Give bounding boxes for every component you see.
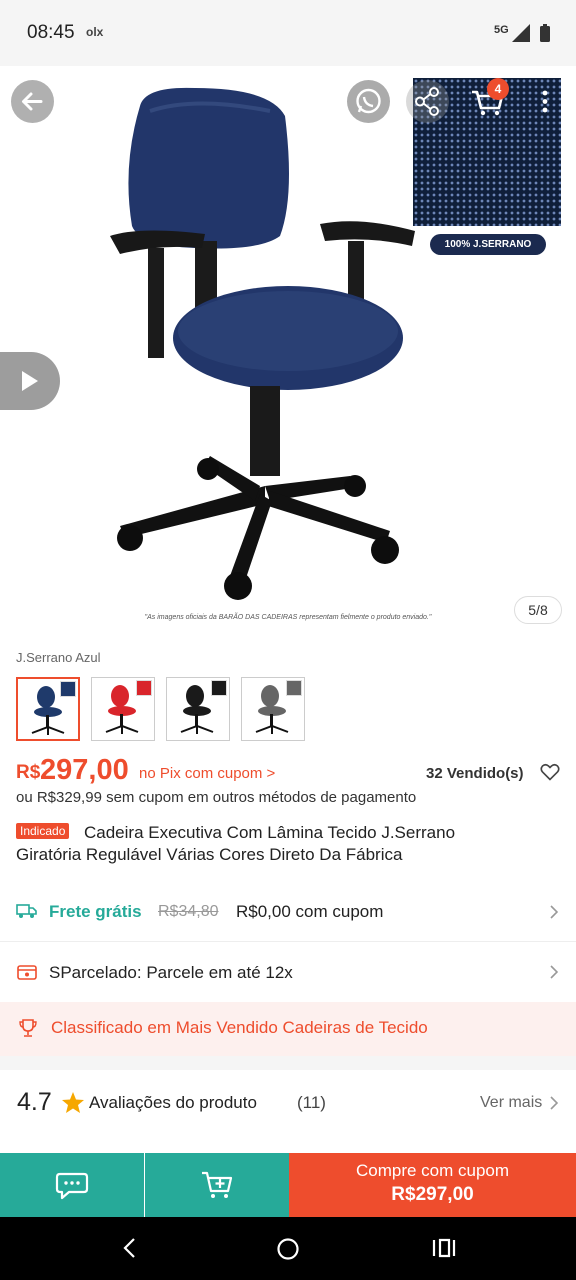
brand-badge: 100% J.SERRANO [430, 234, 546, 255]
play-video-button[interactable] [0, 352, 60, 410]
indicado-badge: Indicado [16, 823, 70, 839]
color-swatch [211, 680, 227, 696]
ranking-text[interactable]: Classificado em Mais Vendido Cadeiras de… [51, 1018, 428, 1038]
star-icon [62, 1092, 84, 1113]
old-shipping-price: R$34,80 [158, 903, 219, 920]
trophy-icon [19, 1019, 37, 1037]
see-more-reviews-link[interactable]: Ver mais [480, 1094, 542, 1112]
new-shipping-price: R$0,00 com cupom [236, 902, 384, 921]
pix-coupon-link[interactable]: no Pix com cupom > [139, 765, 275, 782]
price-currency: R$ [16, 762, 41, 783]
product-title-line2: Giratória Regulável Várias Cores Direto … [16, 845, 403, 864]
variant-option-black[interactable] [166, 677, 230, 741]
chevron-right-icon [550, 965, 558, 979]
add-cart-icon [202, 1171, 233, 1198]
color-swatch [136, 680, 152, 696]
alt-price-text: ou R$329,99 sem cupom em outros métodos … [16, 789, 417, 806]
product-image [110, 87, 415, 600]
rating-score: 4.7 [17, 1088, 52, 1116]
favorite-heart-icon[interactable] [540, 763, 560, 781]
installments-text: SParcelado: Parcele em até 12x [49, 963, 293, 982]
variant-label: J.Serrano Azul [16, 650, 101, 665]
cart-count-badge: 4 [487, 78, 509, 100]
image-counter: 5/8 [514, 596, 562, 624]
back-arrow-icon [22, 92, 43, 111]
signal-icon [512, 24, 530, 42]
price-value: 297,00 [40, 754, 129, 786]
add-to-cart-button[interactable] [145, 1153, 289, 1217]
nav-home-icon[interactable] [276, 1237, 300, 1261]
product-gallery[interactable]: 100% J.SERRANO "As imagens oficiais da B… [0, 66, 576, 636]
whatsapp-icon [356, 88, 381, 114]
more-vertical-icon [542, 90, 548, 113]
chevron-right-icon [550, 1096, 558, 1110]
nav-back-icon[interactable] [120, 1237, 140, 1259]
network-label: 5G [494, 24, 509, 36]
share-icon [415, 87, 439, 116]
product-title-line1: Cadeira Executiva Com Lâmina Tecido J.Se… [84, 823, 456, 842]
more-options-button[interactable] [525, 80, 565, 123]
chevron-right-icon [550, 905, 558, 919]
installment-icon [17, 965, 37, 980]
color-swatch [60, 681, 76, 697]
image-disclaimer: "As imagens oficiais da BARÃO DAS CADEIR… [144, 614, 432, 621]
buy-label: Compre com cupom [355, 1161, 510, 1180]
play-icon [22, 371, 38, 391]
free-shipping-label: Frete grátis [49, 902, 142, 921]
variant-option-blue[interactable] [16, 677, 80, 741]
chat-icon [55, 1172, 89, 1200]
section-divider [0, 1056, 576, 1070]
share-button[interactable] [406, 80, 449, 123]
whatsapp-share-button[interactable] [347, 80, 390, 123]
variant-option-gray[interactable] [241, 677, 305, 741]
status-bar: 08:45 olx 5G [0, 0, 576, 66]
system-nav-bar [0, 1217, 576, 1280]
nav-recents-icon[interactable] [432, 1238, 456, 1258]
back-button[interactable] [11, 80, 54, 123]
bottom-action-bar: Compre com cupom R$297,00 [0, 1153, 576, 1217]
buy-price: R$297,00 [391, 1184, 474, 1205]
reviews-label: Avaliações do produto [89, 1093, 257, 1112]
olx-indicator: olx [86, 25, 104, 39]
reviews-count: (11) [297, 1093, 326, 1112]
status-time: 08:45 [27, 22, 75, 43]
chat-button[interactable] [0, 1153, 144, 1217]
color-swatch [286, 680, 302, 696]
sold-count: 32 Vendido(s) [426, 765, 524, 782]
variant-option-red[interactable] [91, 677, 155, 741]
truck-icon [16, 904, 37, 918]
buy-with-coupon-button[interactable]: Compre com cupom R$297,00 [289, 1153, 576, 1217]
battery-icon [540, 24, 550, 42]
